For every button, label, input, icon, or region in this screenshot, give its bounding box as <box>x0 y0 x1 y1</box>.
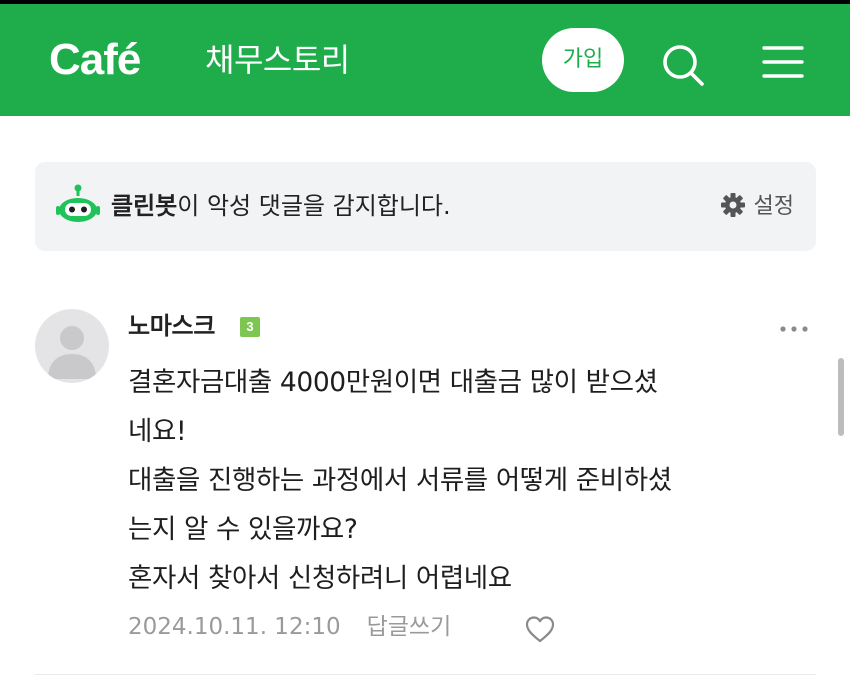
comment-line: 결혼자금대출 4000만원이면 대출금 많이 받으셨 <box>128 367 658 398</box>
cleanbot-icon <box>56 184 100 222</box>
cleanbot-message-text: 이 악성 댓글을 감지합니다. <box>177 192 451 220</box>
avatar[interactable] <box>35 309 109 383</box>
comment-timestamp: 2024.10.11. 12:10 <box>128 614 341 640</box>
reply-button[interactable]: 답글쓰기 <box>367 614 452 640</box>
more-icon[interactable] <box>778 322 810 336</box>
settings-button[interactable]: 설정 <box>720 191 794 223</box>
menu-icon[interactable] <box>762 44 804 80</box>
join-button[interactable]: 가입 <box>542 28 624 92</box>
comment-line: 혼자서 찾아서 신청하려니 어렵네요 <box>128 563 512 594</box>
divider <box>35 674 816 675</box>
cleanbot-banner: 클린봇이 악성 댓글을 감지합니다. 설정 <box>35 162 816 251</box>
level-badge: 3 <box>240 317 260 337</box>
comment-line: 네요! <box>128 416 187 447</box>
scrollbar[interactable] <box>838 358 844 436</box>
cafe-name[interactable]: 채무스토리 <box>205 40 350 80</box>
search-icon[interactable] <box>660 42 706 88</box>
settings-label: 설정 <box>753 194 794 219</box>
comment-author[interactable]: 노마스크 <box>128 308 215 344</box>
comment-body: 결혼자금대출 4000만원이면 대출금 많이 받으셨 네요! 대출을 진행하는 … <box>128 358 818 603</box>
comment-meta: 2024.10.11. 12:10 답글쓰기 <box>128 609 451 645</box>
cafe-logo[interactable]: Café <box>49 34 141 86</box>
comment-line: 대출을 진행하는 과정에서 서류를 어떻게 준비하셨 <box>128 465 672 496</box>
comment-line: 는지 알 수 있을까요? <box>128 514 358 545</box>
gear-icon <box>720 193 745 217</box>
cleanbot-name: 클린봇 <box>111 192 178 220</box>
avatar-silhouette-icon <box>48 326 96 379</box>
app-header: Café 채무스토리 가입 <box>0 4 850 116</box>
cleanbot-message: 클린봇이 악성 댓글을 감지합니다. <box>111 189 451 223</box>
heart-icon[interactable] <box>524 614 556 644</box>
